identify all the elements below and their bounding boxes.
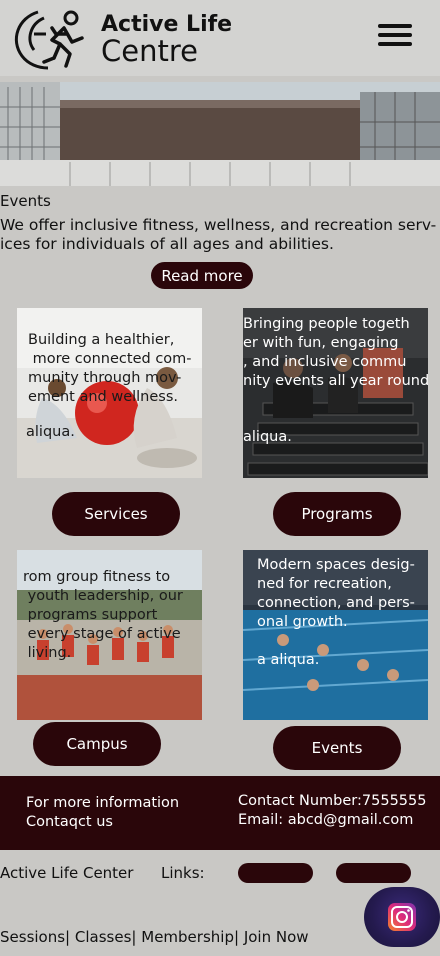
nav-separator: | [65,928,71,946]
services-button[interactable]: Services [52,492,180,536]
footer-link-pill-1[interactable] [238,863,313,883]
events-intro-text: We offer inclusive fitness, wellness, an… [0,216,437,254]
services-card-subtext: aliqua. [26,424,75,440]
programs-card-subtext: aliqua. [243,429,292,445]
events-card-text: Modern spaces desig- ned for recreation,… [257,557,415,630]
runner-logo-icon [14,10,84,70]
nav-link-join-now[interactable]: Join Now [244,928,309,946]
footer-site-name: Active Life Center [0,864,134,882]
campus-card-image: rom group fitness to youth leadership, o… [17,550,202,720]
campus-card-text: rom group fitness to youth leadership, o… [23,569,183,661]
more-info-text[interactable]: For more information Contaqct us [26,794,179,832]
nav-link-sessions[interactable]: Sessions [0,928,65,946]
nav-link-membership[interactable]: Membership [141,928,234,946]
campus-button[interactable]: Campus [33,722,161,766]
site-header: Active Life Centre [0,0,440,76]
hero-building-photo [0,82,440,186]
programs-card-image: Bringing people togeth er with fun, enga… [243,308,428,478]
read-more-button[interactable]: Read more [151,262,253,289]
contact-footer: For more information Contaqct us Contact… [0,776,440,850]
nav-separator: | [233,928,240,946]
hamburger-menu-icon[interactable] [378,24,412,48]
intro-line-1: We offer inclusive fitness, wellness, an… [0,216,437,253]
instagram-icon [388,903,416,931]
footer-nav: Sessions| Classes| Membership| Join Now [0,928,309,946]
events-card-subtext: a aliqua. [257,652,320,668]
services-card-text: Building a healthier, more connected com… [28,332,192,405]
programs-button[interactable]: Programs [273,492,401,536]
events-card-image: Modern spaces desig- ned for recreation,… [243,550,428,720]
services-card-image: Building a healthier, more connected com… [17,308,202,478]
contact-details: Contact Number:7555555 Email: abcd@gmail… [238,793,427,828]
nav-link-classes[interactable]: Classes [75,928,132,946]
instagram-button[interactable] [364,887,440,947]
events-button[interactable]: Events [273,726,401,770]
events-heading: Events [0,192,51,210]
footer-link-pill-2[interactable] [336,863,411,883]
programs-card-text: Bringing people togeth er with fun, enga… [243,316,428,389]
links-label: Links: [161,864,205,882]
nav-separator: | [131,928,137,946]
brand-name-line2: Centre [101,34,198,68]
